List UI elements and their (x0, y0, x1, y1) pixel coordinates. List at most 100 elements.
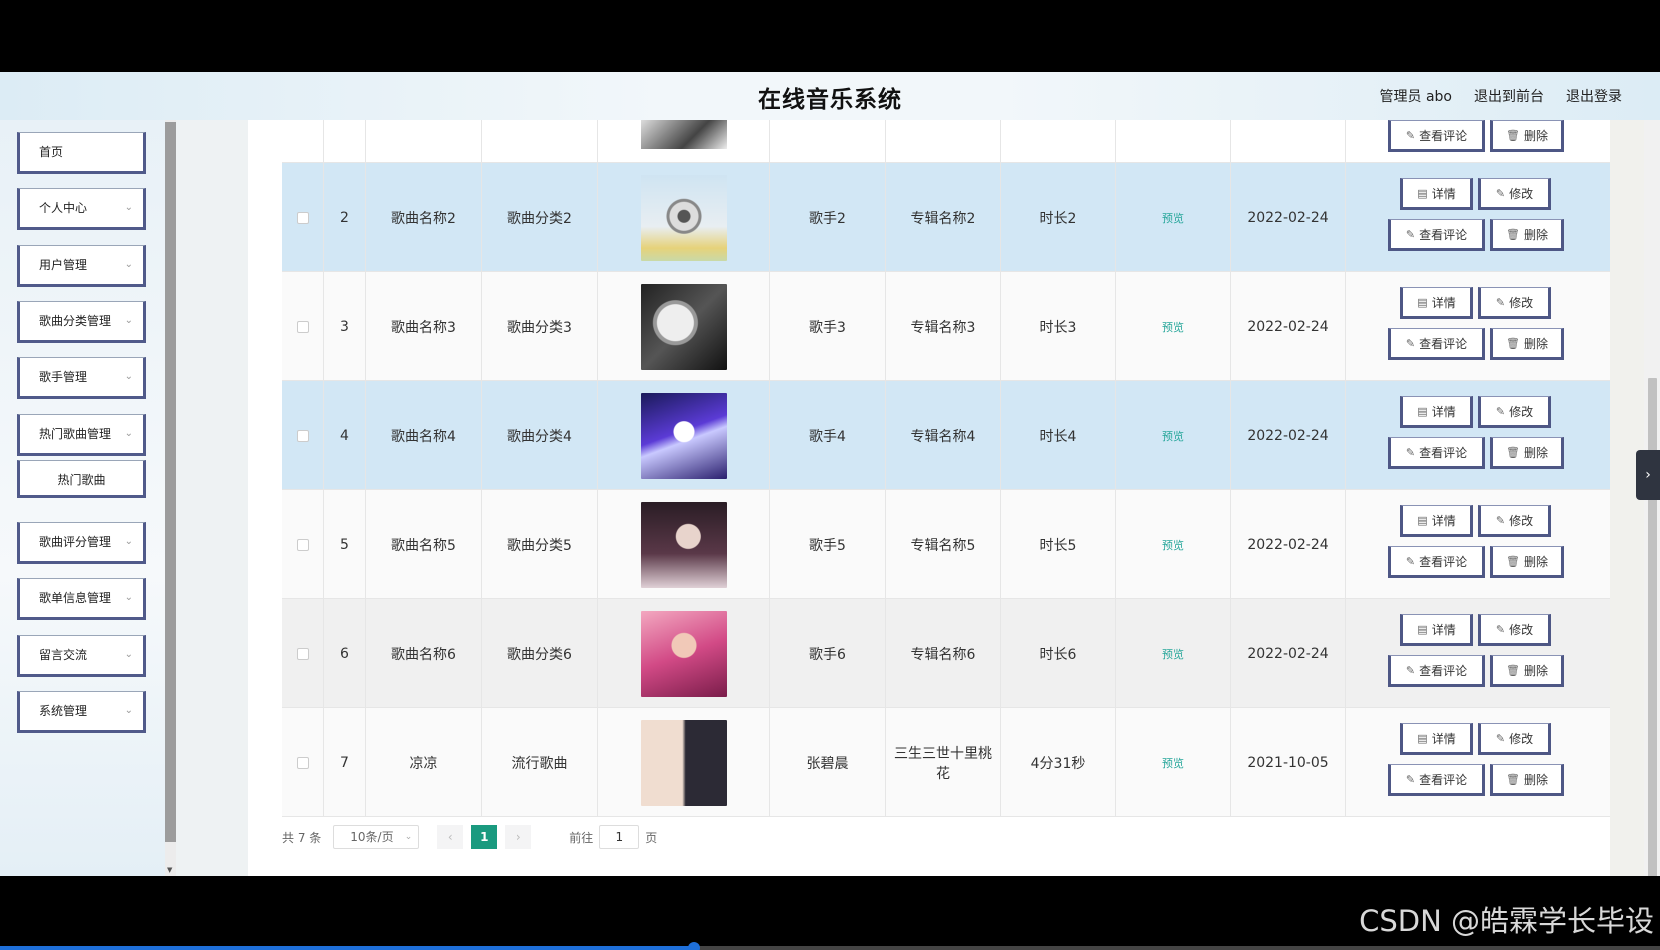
album-cell: 三生三世十里桃花 (886, 708, 1001, 817)
table-row[interactable]: 2 歌曲名称2 歌曲分类2 歌手2 专辑名称2 时长2 预览 2022-02-24 ▤ 详情 ✎ 修改… (282, 163, 1610, 272)
preview-cell: 预览 (1116, 490, 1231, 599)
delete-button[interactable]: 🗑 删除 (1490, 328, 1564, 360)
view-comments-button[interactable]: ✎ 查看评论 (1388, 219, 1485, 251)
song-name-cell: 歌曲名称6 (366, 599, 482, 708)
edit-button[interactable]: ✎ 修改 (1478, 505, 1551, 537)
date-cell: 2021-10-05 (1231, 708, 1346, 817)
album-cell: 专辑名称4 (886, 381, 1001, 490)
cover-cell (598, 708, 770, 817)
sidebar-item[interactable]: 热门歌曲管理 ⌄ (17, 414, 146, 456)
sidebar-item-label: 歌单信息管理 (39, 591, 112, 605)
edit-button[interactable]: ✎ 修改 (1478, 723, 1551, 755)
view-comments-button[interactable]: ✎ 查看评论 (1388, 764, 1485, 796)
cover-image (640, 610, 727, 697)
table-row[interactable]: 7 凉凉 流行歌曲 张碧晨 三生三世十里桃花 4分31秒 预览 2021-10-05 ▤ 详情 ✎ 修… (282, 708, 1610, 817)
page-size-select[interactable]: 10条/页 ⌄ (333, 825, 420, 849)
logout-link[interactable]: 退出登录 (1566, 86, 1622, 106)
delete-button[interactable]: 🗑 删除 (1490, 546, 1564, 578)
edit-button[interactable]: ✎ 修改 (1478, 396, 1551, 428)
delete-button[interactable]: 🗑 删除 (1490, 120, 1564, 152)
admin-user-link[interactable]: 管理员 abo (1380, 86, 1452, 106)
table-row[interactable]: 5 歌曲名称5 歌曲分类5 歌手5 专辑名称5 时长5 预览 2022-02-24 ▤ 详情 ✎ 修改… (282, 490, 1610, 599)
sidebar-item[interactable]: 歌曲分类管理 ⌄ (17, 301, 146, 343)
sidebar-scroll-thumb[interactable] (165, 122, 176, 842)
preview-cell: 预览 (1116, 272, 1231, 381)
sidebar-item[interactable]: 用户管理 ⌄ (17, 245, 146, 287)
document-icon: ▤ (1417, 622, 1428, 636)
sidebar-item-label: 歌手管理 (39, 370, 88, 384)
row-checkbox[interactable] (296, 320, 309, 333)
preview-cell: 预览 (1116, 599, 1231, 708)
next-page-button[interactable]: › (505, 825, 532, 849)
table-row[interactable]: 6 歌曲名称6 歌曲分类6 歌手6 专辑名称6 时长6 预览 2022-02-24 ▤ 详情 ✎ 修改… (282, 599, 1610, 708)
singer-cell: 歌手6 (770, 599, 886, 708)
edit-button[interactable]: ✎ 修改 (1478, 287, 1551, 319)
row-checkbox[interactable] (296, 429, 309, 442)
row-checkbox[interactable] (296, 647, 309, 660)
view-comments-button[interactable]: ✎ 查看评论 (1388, 546, 1485, 578)
scroll-down-icon[interactable]: ▼ (167, 866, 172, 874)
sidebar-item[interactable]: 热门歌曲 (17, 460, 146, 498)
singer-cell: 歌手4 (770, 381, 886, 490)
edit-button[interactable]: ✎ 修改 (1478, 178, 1551, 210)
preview-link[interactable]: 预览 (1162, 646, 1184, 662)
sidebar-item[interactable]: 首页 (17, 132, 146, 174)
prev-page-button[interactable]: ‹ (437, 825, 464, 849)
row-checkbox[interactable] (296, 756, 309, 769)
category-cell: 歌曲分类5 (482, 490, 598, 599)
video-progress-bar[interactable] (0, 942, 1660, 950)
preview-link[interactable]: 预览 (1162, 755, 1184, 771)
index-cell: 2 (324, 163, 366, 272)
table-cell (324, 120, 366, 163)
date-cell: 2022-02-24 (1231, 381, 1346, 490)
page-unit-label: 页 (645, 830, 658, 845)
delete-button[interactable]: 🗑 删除 (1490, 764, 1564, 796)
view-comments-button[interactable]: ✎ 查看评论 (1388, 120, 1485, 152)
song-list-panel: ✎ 查看评论 🗑 删除 2 歌曲名称2 歌曲分类2 歌手2 专辑名称2 时长2 预览 2022-0… (248, 120, 1644, 876)
duration-cell: 时长3 (1001, 272, 1116, 381)
sidebar-item[interactable]: 歌手管理 ⌄ (17, 357, 146, 399)
row-checkbox[interactable] (296, 538, 309, 551)
detail-button[interactable]: ▤ 详情 (1400, 396, 1473, 428)
sidebar-item[interactable]: 个人中心 ⌄ (17, 188, 146, 230)
sidebar-item[interactable]: 留言交流 ⌄ (17, 635, 146, 677)
detail-button[interactable]: ▤ 详情 (1400, 614, 1473, 646)
table-row[interactable]: 3 歌曲名称3 歌曲分类3 歌手3 专辑名称3 时长3 预览 2022-02-24 ▤ 详情 ✎ 修改… (282, 272, 1610, 381)
song-name-cell: 凉凉 (366, 708, 482, 817)
edit-button[interactable]: ✎ 修改 (1478, 614, 1551, 646)
exit-to-frontend-link[interactable]: 退出到前台 (1474, 86, 1544, 106)
detail-button[interactable]: ▤ 详情 (1400, 287, 1473, 319)
preview-link[interactable]: 预览 (1162, 210, 1184, 226)
delete-button[interactable]: 🗑 删除 (1490, 437, 1564, 469)
goto-page-input[interactable]: 1 (599, 825, 640, 849)
sidebar-scrollbar[interactable]: ▼ (165, 120, 176, 876)
detail-button[interactable]: ▤ 详情 (1400, 723, 1473, 755)
table-row[interactable]: 4 歌曲名称4 歌曲分类4 歌手4 专辑名称4 时长4 预览 2022-02-24 ▤ 详情 ✎ 修改… (282, 381, 1610, 490)
album-name: 专辑名称4 (910, 428, 976, 445)
row-index: 3 (340, 318, 349, 335)
detail-button[interactable]: ▤ 详情 (1400, 178, 1473, 210)
detail-button[interactable]: ▤ 详情 (1400, 505, 1473, 537)
page-number-current[interactable]: 1 (471, 825, 498, 849)
content-gutter (176, 120, 248, 876)
edit-icon: ✎ (1405, 336, 1416, 350)
sidebar-item[interactable]: 歌单信息管理 ⌄ (17, 578, 146, 620)
row-checkbox[interactable] (296, 211, 309, 224)
preview-link[interactable]: 预览 (1162, 319, 1184, 335)
cover-image (640, 283, 727, 370)
sidebar-item[interactable]: 系统管理 ⌄ (17, 691, 146, 733)
table-cell (770, 120, 886, 163)
album-cell: 专辑名称6 (886, 599, 1001, 708)
view-comments-button[interactable]: ✎ 查看评论 (1388, 437, 1485, 469)
preview-link[interactable]: 预览 (1162, 428, 1184, 444)
table-row: ✎ 查看评论 🗑 删除 (282, 120, 1610, 163)
view-comments-button[interactable]: ✎ 查看评论 (1388, 655, 1485, 687)
song-name: 歌曲名称4 (391, 428, 456, 445)
expand-panel-button[interactable]: › (1636, 450, 1660, 500)
view-comments-button[interactable]: ✎ 查看评论 (1388, 328, 1485, 360)
preview-link[interactable]: 预览 (1162, 537, 1184, 553)
delete-button[interactable]: 🗑 删除 (1490, 219, 1564, 251)
delete-button[interactable]: 🗑 删除 (1490, 655, 1564, 687)
progress-knob[interactable] (688, 942, 700, 950)
sidebar-item[interactable]: 歌曲评分管理 ⌄ (17, 522, 146, 564)
